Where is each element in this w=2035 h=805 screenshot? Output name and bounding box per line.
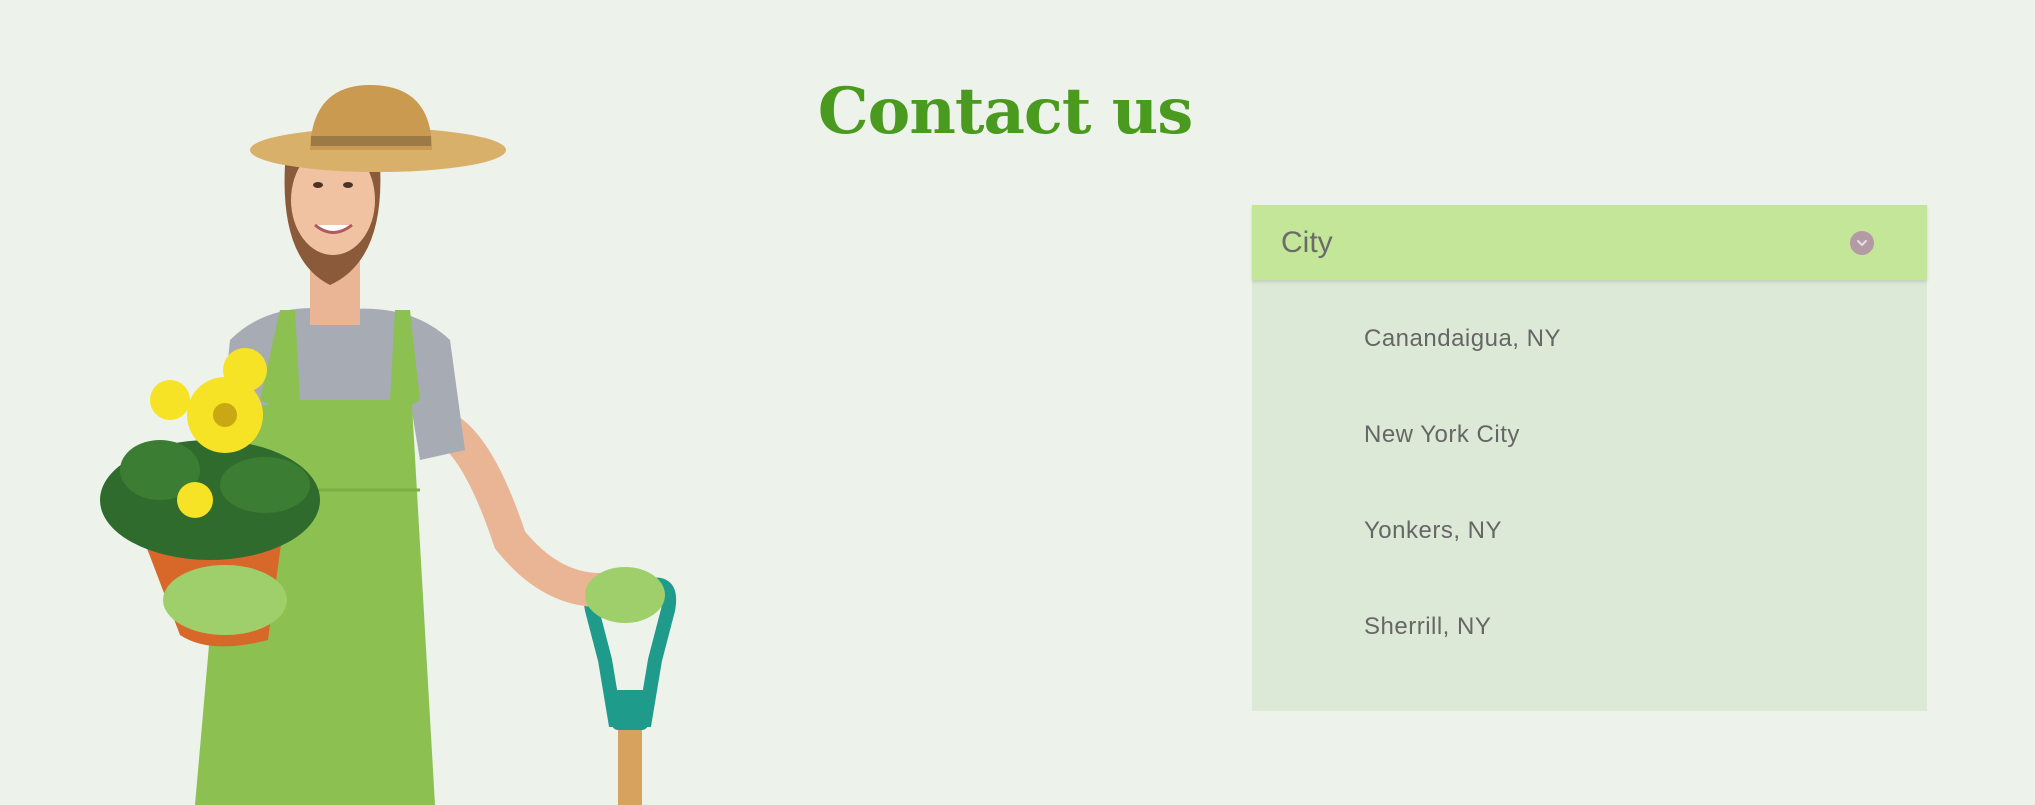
city-option[interactable]: Yonkers, NY [1252, 483, 1927, 579]
city-option[interactable]: Sherrill, NY [1252, 579, 1927, 675]
city-options-list: Canandaigua, NY New York City Yonkers, N… [1252, 280, 1927, 675]
contact-page: Contact us City Canandaigua, NY New York… [0, 0, 2035, 805]
chevron-down-icon[interactable] [1850, 231, 1874, 255]
city-dropdown-label: City [1281, 226, 1333, 259]
city-option[interactable]: New York City [1252, 387, 1927, 483]
city-option[interactable]: Canandaigua, NY [1252, 291, 1927, 387]
city-dropdown-toggle[interactable]: City [1252, 205, 1927, 280]
gardener-illustration [100, 85, 677, 805]
city-dropdown: City Canandaigua, NY New York City Yonke… [1252, 205, 1927, 711]
